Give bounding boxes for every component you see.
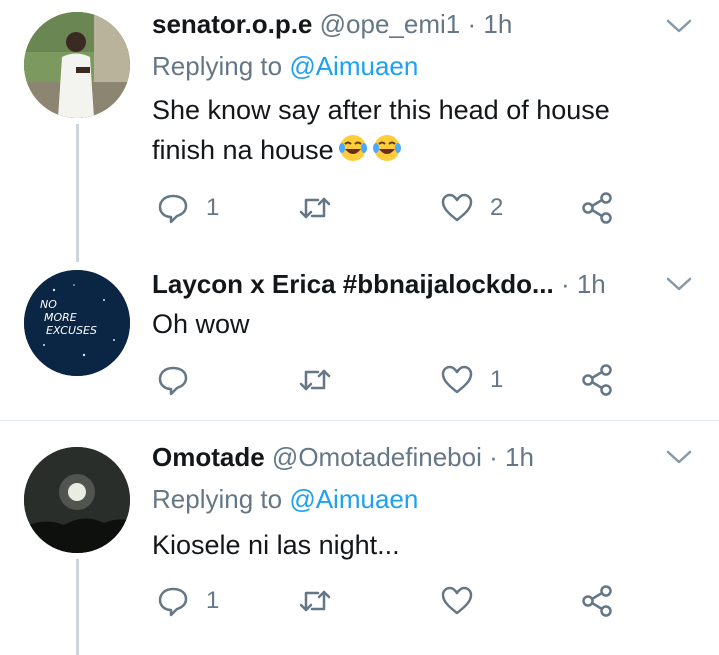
tweet-text-line: She know say after this head of house	[152, 95, 610, 125]
avatar[interactable]	[24, 12, 130, 118]
thread-line	[76, 124, 79, 250]
reply-icon	[158, 587, 188, 617]
avatar-text: MORE	[44, 311, 77, 324]
meta-separator: ·	[467, 9, 477, 39]
timestamp[interactable]: 1h	[505, 442, 534, 472]
thread-line	[76, 250, 79, 262]
retweet-button[interactable]	[298, 188, 348, 228]
chevron-down-icon[interactable]	[665, 447, 693, 467]
avatar-text: NO	[40, 298, 57, 311]
heart-icon	[441, 365, 473, 394]
reply-icon	[158, 366, 188, 396]
share-button[interactable]	[580, 581, 614, 621]
tears-of-joy-emoji-icon	[338, 133, 368, 163]
share-button[interactable]	[580, 188, 614, 228]
replying-to: Replying to @Aimuaen	[152, 479, 418, 519]
retweet-button[interactable]	[298, 581, 348, 621]
share-button[interactable]	[580, 360, 614, 400]
timestamp[interactable]: 1h	[577, 269, 606, 299]
tweet-header: Omotade @Omotadefineboi · 1h	[152, 435, 649, 479]
user-handle[interactable]: @Omotadefineboi	[272, 442, 482, 472]
tweet-text: Oh wow	[152, 309, 250, 339]
tweet-3[interactable]: Omotade @Omotadefineboi · 1h Replying to…	[0, 421, 719, 655]
tweet-header: Laycon x Erica #bbnaijalockdo... · 1h	[152, 262, 649, 306]
avatar-text: EXCUSES	[46, 324, 97, 337]
meta-separator: ·	[560, 269, 570, 299]
replying-prefix: Replying to	[152, 51, 283, 81]
retweet-button[interactable]	[298, 360, 348, 400]
retweet-icon	[299, 369, 331, 391]
reply-icon	[158, 194, 188, 224]
like-button[interactable]: 2	[440, 188, 503, 228]
reply-count: 1	[206, 194, 220, 221]
display-name[interactable]: Laycon x Erica #bbnaijalockdo...	[152, 269, 554, 299]
timestamp[interactable]: 1h	[483, 9, 512, 39]
tweet-actions: 1	[156, 360, 626, 400]
replying-to: Replying to @Aimuaen	[152, 46, 418, 86]
chevron-down-icon[interactable]	[665, 16, 693, 36]
tweet-text-line-2: finish na house	[152, 130, 679, 170]
avatar[interactable]	[24, 447, 130, 553]
tweet-text-fragment: finish na house	[152, 135, 334, 165]
share-icon	[582, 585, 612, 617]
chevron-down-icon[interactable]	[665, 274, 693, 294]
tweet-actions: 1 2	[156, 188, 626, 228]
tweet-1[interactable]: senator.o.p.e @ope_emi1 · 1h Replying to…	[0, 0, 719, 250]
tweet-actions: 1	[156, 581, 626, 621]
display-name[interactable]: senator.o.p.e	[152, 9, 312, 39]
meta-separator: ·	[489, 442, 498, 472]
like-button[interactable]: 1	[440, 360, 503, 400]
like-button[interactable]	[440, 581, 490, 621]
replying-prefix: Replying to	[152, 484, 283, 514]
reply-button[interactable]	[156, 360, 206, 400]
tweet-text: She know say after this head of house fi…	[152, 90, 679, 170]
reply-button[interactable]: 1	[156, 581, 219, 621]
tweet-2[interactable]: NO MORE EXCUSES Laycon x Erica #bbnaijal…	[0, 250, 719, 420]
mention-link[interactable]: @Aimuaen	[289, 51, 418, 81]
tweet-text: Kiosele ni las night...	[152, 530, 400, 560]
user-handle[interactable]: @ope_emi1	[320, 9, 461, 39]
avatar[interactable]: NO MORE EXCUSES	[24, 270, 130, 376]
tweet-header: senator.o.p.e @ope_emi1 · 1h	[152, 2, 649, 46]
retweet-icon	[299, 197, 331, 219]
tears-of-joy-emoji-icon	[372, 133, 402, 163]
heart-icon	[441, 193, 473, 222]
heart-icon	[441, 586, 473, 615]
retweet-icon	[299, 590, 331, 612]
reply-count: 1	[206, 587, 220, 614]
display-name[interactable]: Omotade	[152, 442, 265, 472]
share-icon	[582, 364, 612, 396]
like-count: 1	[490, 366, 504, 393]
like-count: 2	[490, 194, 504, 221]
thread-line	[76, 559, 79, 655]
share-icon	[582, 192, 612, 224]
mention-link[interactable]: @Aimuaen	[289, 484, 418, 514]
reply-button[interactable]: 1	[156, 188, 219, 228]
